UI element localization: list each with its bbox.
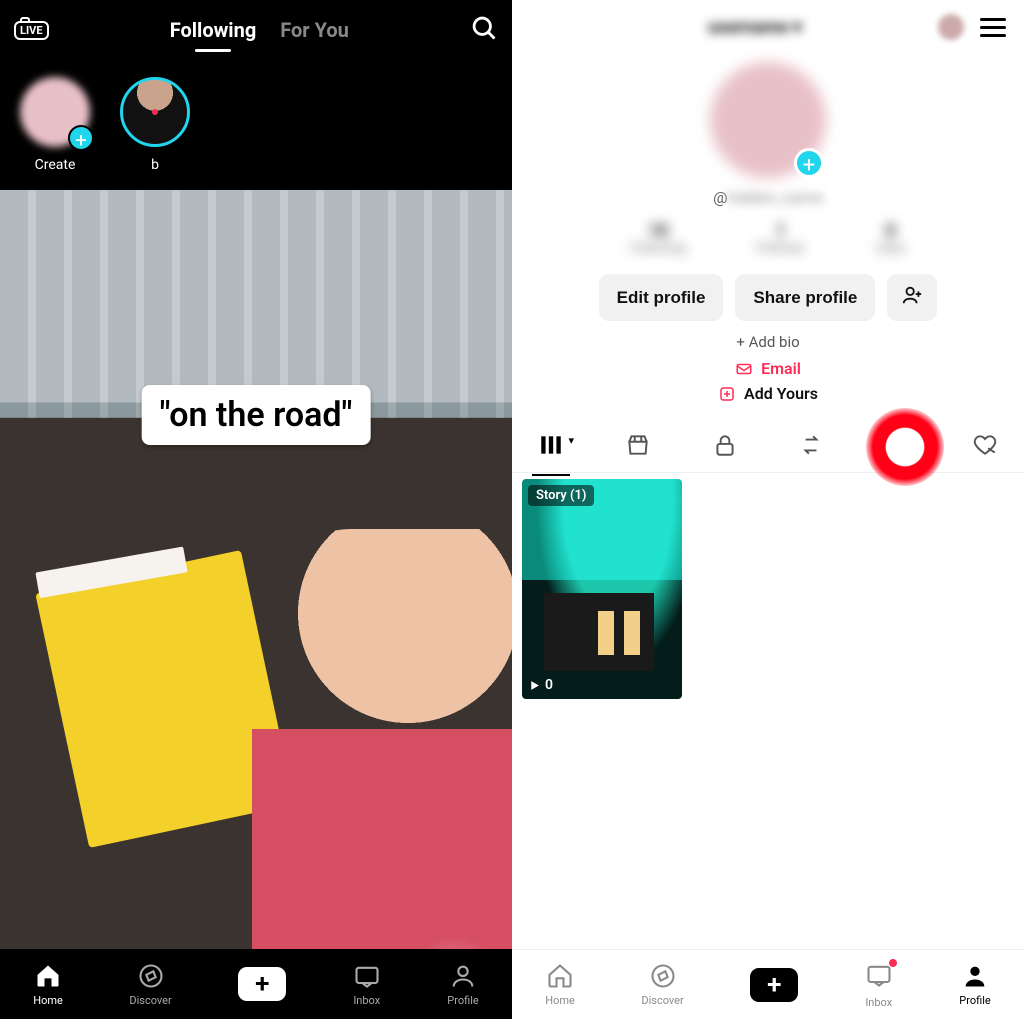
nav-profile[interactable]: Profile	[959, 962, 990, 1007]
nav-create[interactable]: +	[750, 968, 798, 1002]
profile-screen: username ▾ + @hidden_name 10Following 1F…	[512, 0, 1024, 1019]
profile-content-tabs: ▾	[512, 421, 1024, 473]
video-caption: "on the road"	[142, 385, 371, 445]
story-badge: Story (1)	[528, 485, 594, 506]
nav-create[interactable]: +	[238, 967, 286, 1001]
add-story-plus-icon[interactable]: +	[794, 148, 824, 178]
email-link[interactable]: Email	[512, 359, 1024, 378]
story-item-label: b	[120, 157, 190, 173]
feed-tabs: Following For You	[170, 18, 349, 42]
nav-inbox[interactable]: Inbox	[353, 962, 381, 1007]
plus-icon: +	[238, 967, 286, 1001]
nav-discover[interactable]: Discover	[641, 962, 683, 1007]
tab-private-icon[interactable]	[712, 432, 738, 462]
profile-header: username ▾	[512, 0, 1024, 54]
add-bio-button[interactable]: + Add bio	[512, 333, 1024, 351]
tab-shop-icon[interactable]	[625, 432, 651, 462]
story-item-b[interactable]: b	[120, 77, 190, 173]
nav-home[interactable]: Home	[545, 962, 575, 1007]
profile-avatar[interactable]: +	[512, 62, 1024, 178]
header-avatar-icon[interactable]	[938, 14, 964, 40]
tab-for-you[interactable]: For You	[280, 18, 349, 42]
tab-following[interactable]: Following	[170, 18, 257, 42]
live-button[interactable]: LIVE	[14, 21, 49, 40]
feed-screen: LIVE Following For You + Create b "on th…	[0, 0, 512, 1019]
tab-grid-icon[interactable]: ▾	[538, 432, 564, 462]
nav-profile[interactable]: Profile	[447, 962, 478, 1007]
share-profile-button[interactable]: Share profile	[735, 274, 875, 321]
story-create[interactable]: + Create	[20, 77, 90, 173]
tab-liked-icon[interactable]	[972, 432, 998, 462]
feed-header: LIVE Following For You	[0, 0, 512, 60]
video-player[interactable]: "on the road"	[0, 190, 512, 949]
stat-likes[interactable]: 0Likes	[875, 221, 905, 256]
add-yours-button[interactable]: Add Yours	[512, 384, 1024, 403]
story-create-label: Create	[20, 157, 90, 173]
nav-discover[interactable]: Discover	[129, 962, 171, 1007]
stat-followers[interactable]: 1Follower	[756, 221, 805, 256]
profile-stats: 10Following 1Follower 0Likes	[512, 221, 1024, 256]
notification-dot-icon	[889, 959, 897, 967]
stat-following[interactable]: 10Following	[630, 221, 686, 256]
nav-home[interactable]: Home	[33, 962, 63, 1007]
tab-reposts-icon[interactable]	[798, 432, 824, 462]
profile-links: + Add bio Email Add Yours	[512, 333, 1024, 403]
plus-icon: +	[750, 968, 798, 1002]
bottom-nav-left: Home Discover + Inbox Profile	[0, 949, 512, 1019]
story-thumbnail[interactable]: Story (1) 0	[522, 479, 682, 699]
plus-icon: +	[68, 125, 94, 151]
profile-handle: @hidden_name	[512, 188, 1024, 207]
stories-row: + Create b	[0, 60, 512, 190]
menu-icon[interactable]	[980, 18, 1006, 37]
profile-buttons: Edit profile Share profile	[512, 274, 1024, 321]
nav-inbox[interactable]: Inbox	[865, 961, 893, 1009]
story-play-count: 0	[528, 677, 553, 693]
edit-profile-button[interactable]: Edit profile	[599, 274, 724, 321]
add-friends-button[interactable]	[887, 274, 937, 321]
profile-grid: Story (1) 0	[512, 473, 1024, 705]
profile-username-title: username ▾	[572, 17, 938, 38]
bottom-nav-right: Home Discover + Inbox Profile	[512, 949, 1024, 1019]
search-icon[interactable]	[470, 14, 498, 46]
tab-saved-icon[interactable]	[885, 432, 911, 462]
